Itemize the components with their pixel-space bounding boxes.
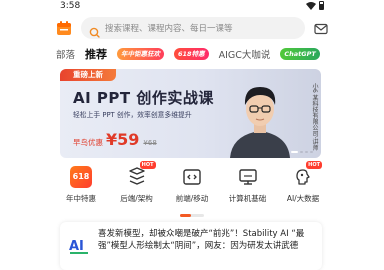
pagination-dot	[305, 151, 308, 153]
category-label: 年中特惠	[66, 194, 96, 203]
code-icon	[181, 166, 203, 188]
server-icon: HOT	[126, 161, 156, 188]
category-backend[interactable]: HOT 后端/架构	[112, 161, 162, 210]
banner-pagination	[291, 151, 313, 153]
search-icon	[89, 23, 100, 38]
search-input[interactable]: 搜索课程、课程内容、每日一课等	[81, 17, 305, 39]
pagination-dot	[310, 151, 313, 153]
tab-tribe[interactable]: 部落	[56, 47, 75, 61]
ai-brain-icon: HOT	[292, 161, 322, 188]
hot-badge: HOT	[139, 161, 156, 169]
banner-title: AI PPT 创作实战课	[73, 89, 214, 107]
search-placeholder: 搜索课程、课程内容、每日一课等	[105, 24, 233, 34]
banner-ribbon: 重磅上新	[60, 69, 116, 81]
instructor-portrait	[226, 77, 294, 158]
tab-promo-618[interactable]: 618特惠	[174, 48, 209, 60]
category-label: 计算机基础	[228, 194, 267, 203]
category-row: 618 年中特惠 HOT 后端/架构 前端/移动 计算机基础 HOT AI/大数…	[56, 161, 328, 210]
status-time: 3:58	[60, 1, 81, 11]
banner-instructor-text: 小6 某科技有限公司·讲师	[311, 83, 318, 151]
pagination-dot	[300, 151, 303, 153]
news-headline: 喜发新模型，却被众嘲是破产“前兆”！Stability AI “最强”模型人形绘…	[98, 229, 305, 251]
status-bar: 3:58	[0, 0, 384, 13]
tab-aigc[interactable]: AIGC大咖说	[219, 47, 271, 61]
hot-badge: HOT	[306, 161, 322, 169]
battery-icon	[319, 1, 324, 10]
top-tabs: 部落 推荐 年中钜惠狂欢 618特惠 AIGC大咖说 ChatGPT	[56, 44, 328, 64]
banner-price: ¥59	[106, 130, 140, 149]
618-icon: 618	[70, 166, 92, 188]
banner-price-row: 早鸟优惠 ¥59 ¥68	[73, 130, 157, 149]
calendar-icon[interactable]	[56, 20, 72, 36]
svg-text:AI: AI	[69, 239, 84, 254]
category-ai-bigdata[interactable]: HOT AI/大数据	[278, 161, 328, 210]
tab-recommend[interactable]: 推荐	[85, 46, 107, 62]
category-label: AI/大数据	[286, 194, 320, 203]
computer-icon	[237, 166, 259, 188]
category-sale[interactable]: 618 年中特惠	[56, 166, 106, 210]
category-scroll-indicator	[180, 214, 204, 217]
pagination-dot	[291, 151, 298, 153]
category-label: 前端/移动	[175, 194, 209, 203]
ai-logo-icon: AI	[68, 234, 90, 256]
promo-banner[interactable]: 重磅上新 AI PPT 创作实战课 轻松上手 PPT 创作，效率创意多维提升 早…	[60, 69, 321, 158]
category-frontend[interactable]: 前端/移动	[167, 166, 217, 210]
mail-icon[interactable]	[314, 21, 328, 35]
tab-promo-chatgpt[interactable]: ChatGPT	[280, 48, 320, 60]
tab-promo-midyear[interactable]: 年中钜惠狂欢	[117, 48, 165, 60]
banner-subtitle: 轻松上手 PPT 创作，效率创意多维提升	[73, 111, 192, 119]
banner-price-label: 早鸟优惠	[73, 138, 103, 147]
category-cs-basics[interactable]: 计算机基础	[223, 166, 273, 210]
category-label: 后端/架构	[120, 194, 153, 203]
search-row: 搜索课程、课程内容、每日一课等	[56, 16, 328, 40]
status-icons	[306, 1, 324, 10]
banner-old-price: ¥68	[143, 139, 157, 147]
wifi-icon	[306, 1, 316, 10]
news-card[interactable]: AI 喜发新模型，却被众嘲是破产“前兆”！Stability AI “最强”模型…	[60, 222, 322, 270]
